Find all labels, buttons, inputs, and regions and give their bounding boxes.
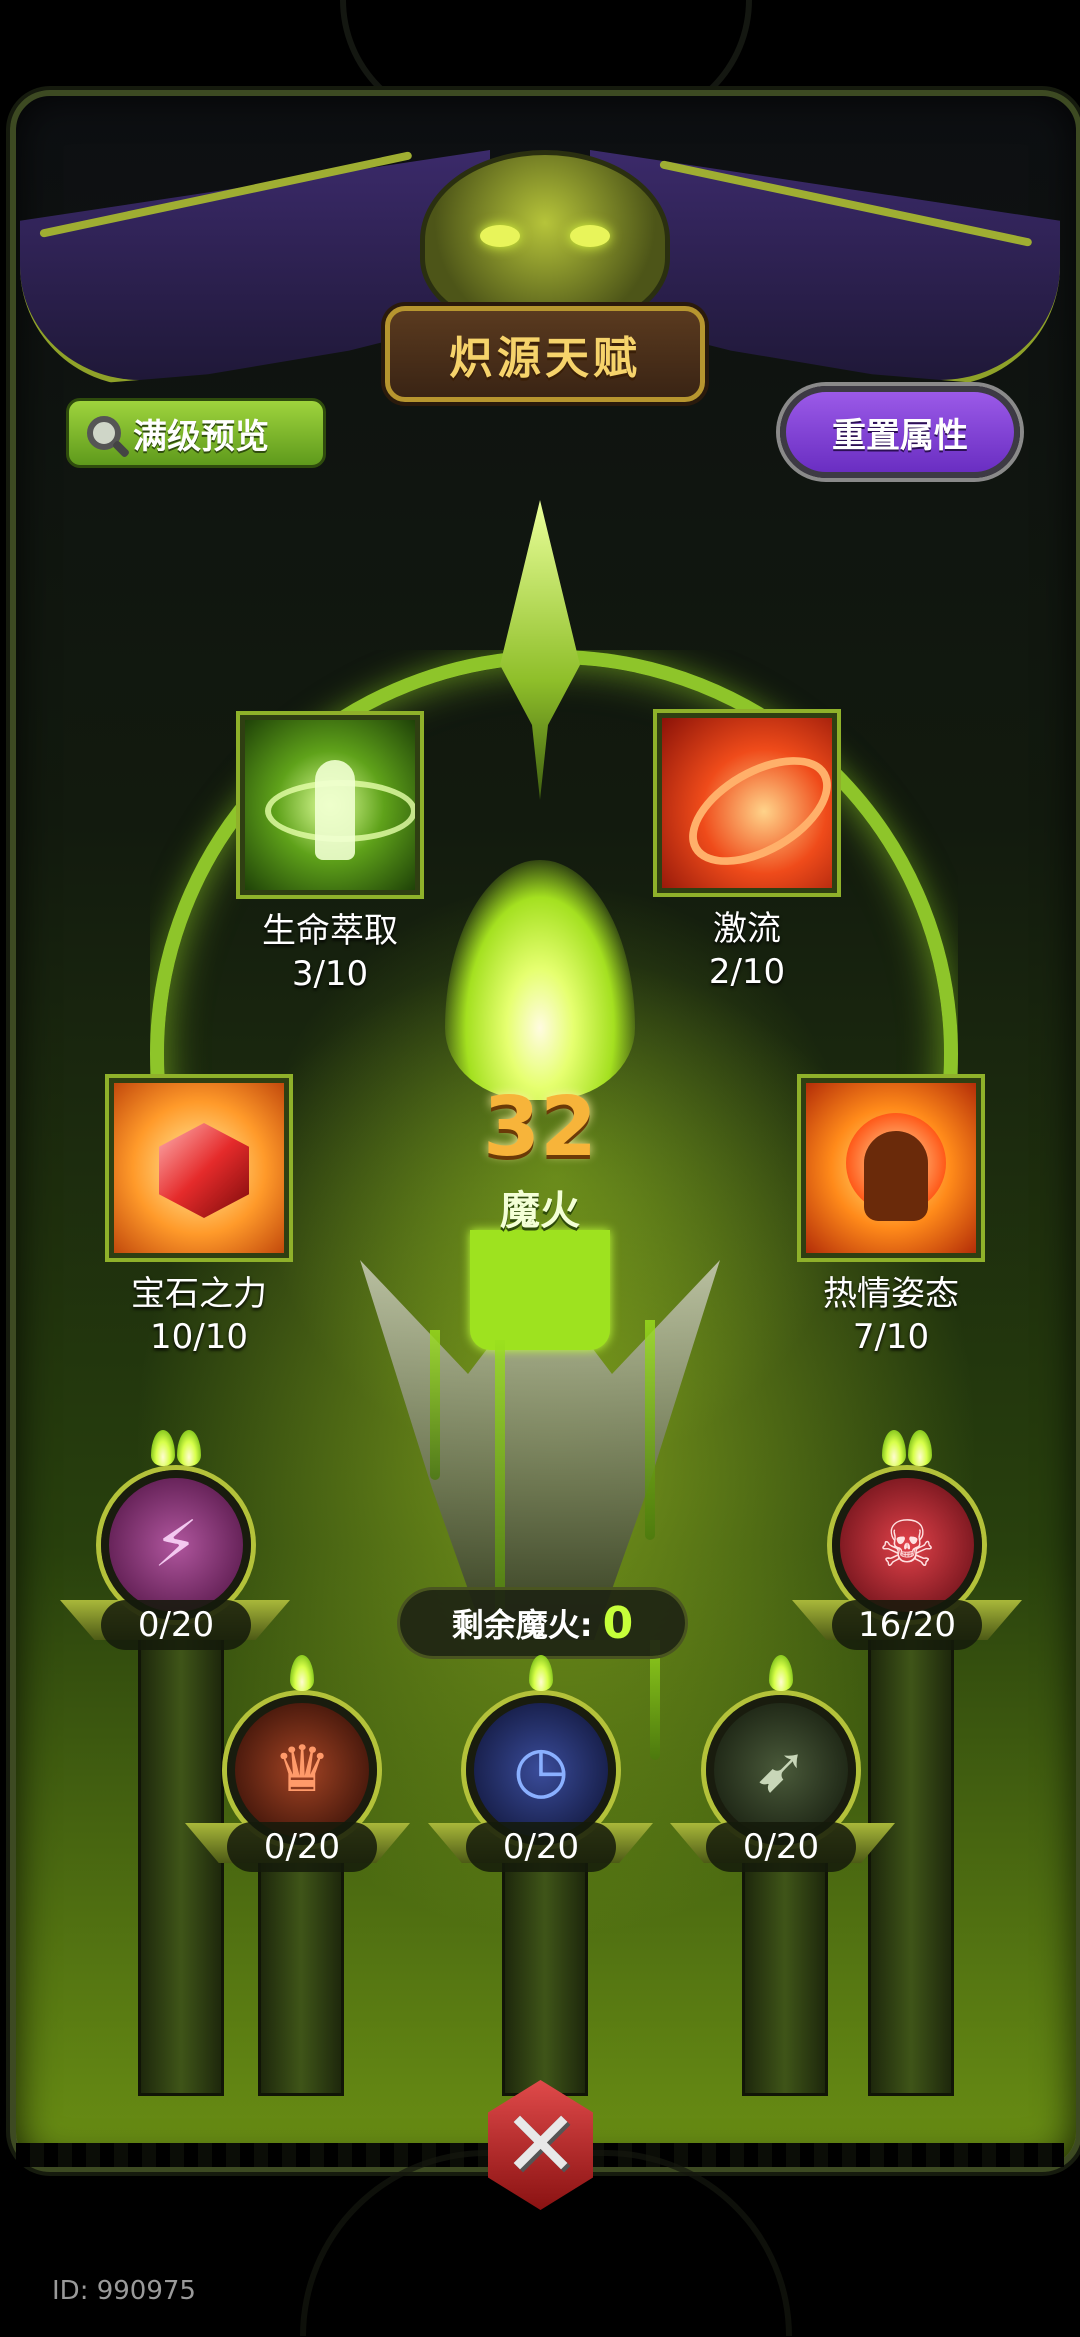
gem-shape	[159, 1123, 249, 1218]
swirl-shape	[670, 734, 832, 888]
stopwatch-icon: ◷	[513, 1733, 569, 1807]
gem-power-icon	[109, 1078, 289, 1258]
preview-button-label: 满级预览	[133, 416, 269, 457]
skull-eye	[480, 225, 520, 247]
magic-fire-label: 魔火	[500, 1188, 580, 1234]
skill-torrent[interactable]: 激流 2/10	[652, 713, 842, 992]
skill-life-extraction[interactable]: 生命萃取 3/10	[235, 715, 425, 994]
player-id: ID: 990975	[52, 2276, 196, 2306]
slime-drip	[430, 1330, 440, 1480]
magic-fire-count: 32	[482, 1080, 598, 1175]
flame-indicator	[235, 1655, 369, 1691]
remaining-value: 0	[602, 1597, 634, 1649]
slime-decoration	[470, 1230, 610, 1350]
skill-name: 生命萃取	[262, 911, 398, 951]
skill-gem-power[interactable]: 宝石之力 10/10	[104, 1078, 294, 1357]
max-level-preview-button[interactable]: 满级预览	[66, 398, 326, 468]
slime-drip	[645, 1320, 655, 1540]
node-progress: 0/20	[227, 1822, 377, 1872]
node-progress: 0/20	[706, 1822, 856, 1872]
skill-name: 热情姿态	[823, 1274, 959, 1314]
talent-node-lightning[interactable]: ⚡	[101, 1430, 251, 1620]
pillar	[868, 1620, 954, 2096]
remaining-magic-fire: 剩余魔火: 0	[400, 1590, 685, 1656]
fire-crown-icon: ♛	[273, 1733, 331, 1807]
wind-slash-icon: ➹	[754, 1733, 808, 1807]
life-extraction-icon	[240, 715, 420, 895]
passion-stance-icon	[801, 1078, 981, 1258]
silhouette-shape	[864, 1131, 928, 1221]
page-title: 炽源天赋	[385, 306, 705, 402]
skull-bomb-icon: ☠	[878, 1508, 936, 1582]
pillar	[502, 1850, 588, 2096]
skill-passion-stance[interactable]: 热情姿态 7/10	[796, 1078, 986, 1357]
flame-indicator	[474, 1655, 608, 1691]
search-icon	[87, 416, 121, 450]
skill-progress: 3/10	[291, 954, 369, 994]
close-icon: ✕	[501, 2091, 580, 2198]
skill-progress: 7/10	[852, 1317, 930, 1357]
pillar	[258, 1850, 344, 2096]
slime-drip	[650, 1640, 660, 1760]
skill-progress: 10/10	[150, 1317, 248, 1357]
flame-indicator	[840, 1430, 974, 1466]
skill-name: 宝石之力	[131, 1274, 267, 1314]
skill-progress: 2/10	[708, 952, 786, 992]
skull-eye	[570, 225, 610, 247]
torrent-icon	[657, 713, 837, 893]
remaining-label: 剩余魔火:	[451, 1606, 593, 1644]
skull-emblem	[420, 150, 670, 330]
reset-attributes-button[interactable]: 重置属性	[780, 386, 1020, 478]
flame-indicator	[714, 1655, 848, 1691]
lightning-burst-icon: ⚡	[153, 1508, 199, 1582]
figure-shape	[315, 760, 355, 860]
pillar	[742, 1850, 828, 2096]
skill-name: 激流	[713, 909, 781, 949]
node-progress: 16/20	[832, 1600, 982, 1650]
flame-indicator	[109, 1430, 243, 1466]
node-progress: 0/20	[101, 1600, 251, 1650]
pillar	[138, 1620, 224, 2096]
node-progress: 0/20	[466, 1822, 616, 1872]
talent-node-skull-bomb[interactable]: ☠	[832, 1430, 982, 1620]
